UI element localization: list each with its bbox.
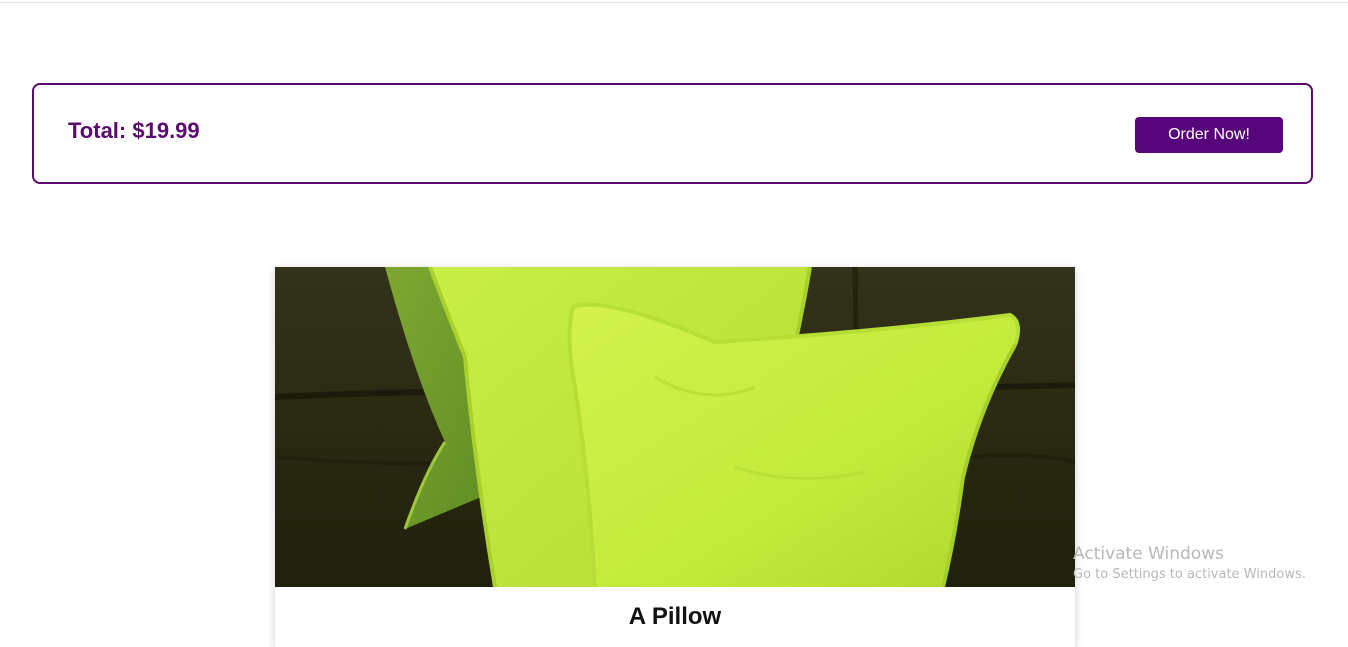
cart-summary-bar: Total: $19.99 Order Now! — [32, 83, 1313, 184]
cart-total: Total: $19.99 — [68, 118, 200, 143]
product-title: A Pillow — [628, 603, 722, 630]
product-image — [275, 267, 1075, 587]
top-divider — [0, 2, 1348, 3]
windows-activation-watermark: Activate Windows Go to Settings to activ… — [1073, 543, 1306, 584]
order-now-button[interactable]: Order Now! — [1135, 117, 1283, 153]
watermark-title: Activate Windows — [1073, 544, 1224, 564]
product-card[interactable]: A Pillow — [275, 267, 1075, 647]
watermark-subtitle: Go to Settings to activate Windows. — [1073, 567, 1306, 582]
